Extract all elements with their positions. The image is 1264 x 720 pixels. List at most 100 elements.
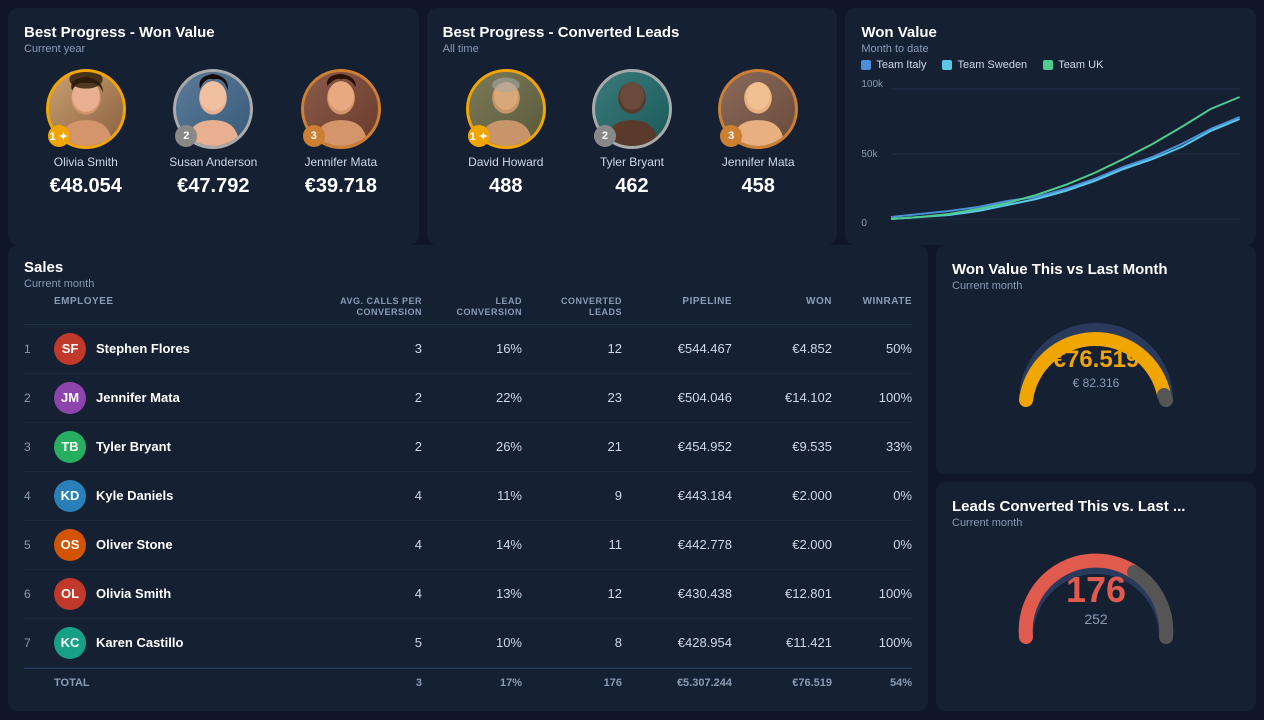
bp-won-value-3: €39.718 [305, 175, 377, 198]
table-row: 5 OS Oliver Stone 4 14% 11 €442.778 €2.0… [24, 521, 912, 570]
total-lead: 17% [422, 677, 522, 689]
calls-7: 5 [322, 635, 422, 650]
converted-3: 21 [522, 439, 622, 454]
won-6: €12.801 [732, 586, 832, 601]
emp-avatar-5: OS [54, 529, 86, 561]
bp-won-person-2: 2 Susan Anderson €47.792 [169, 69, 257, 198]
sales-card: Sales Current month EMPLOYEE AVG. CALLS … [8, 245, 928, 711]
converted-1: 12 [522, 341, 622, 356]
th-lead: LEADCONVERSION [422, 296, 522, 318]
table-row: 3 TB Tyler Bryant 2 26% 21 €454.952 €9.5… [24, 423, 912, 472]
won-5: €2.000 [732, 537, 832, 552]
bp-won-name-2: Susan Anderson [169, 155, 257, 169]
won-7: €11.421 [732, 635, 832, 650]
lead-6: 13% [422, 586, 522, 601]
sales-subtitle: Current month [24, 278, 912, 290]
legend-sweden: Team Sweden [942, 59, 1027, 71]
total-label: TOTAL [54, 677, 322, 689]
won-value-gauge-subtitle: Current month [952, 280, 1240, 292]
bp-won-value-2: €47.792 [177, 175, 249, 198]
th-calls: AVG. CALLS PERCONVERSION [322, 296, 422, 318]
legend-dot-sweden [942, 60, 952, 70]
bp-won-title: Best Progress - Won Value [24, 24, 403, 41]
table-row: 6 OL Olivia Smith 4 13% 12 €430.438 €12.… [24, 570, 912, 619]
emp-avatar-7: KC [54, 627, 86, 659]
won-value-gauge-card: Won Value This vs Last Month Current mon… [936, 245, 1256, 474]
emp-cell-1: SF Stephen Flores [54, 333, 322, 365]
emp-name-1: Stephen Flores [96, 341, 190, 356]
total-calls: 3 [322, 677, 422, 689]
bp-leads-name-1: David Howard [468, 155, 543, 169]
leads-gauge-value: 176 252 [1066, 569, 1126, 627]
bp-leads-name-3: Jennifer Mata [722, 155, 795, 169]
bp-leads-value-3: 458 [742, 175, 775, 198]
emp-cell-6: OL Olivia Smith [54, 578, 322, 610]
pipeline-5: €442.778 [622, 537, 732, 552]
leads-gauge-container: 176 252 [952, 537, 1240, 637]
th-rank [24, 296, 54, 318]
legend-label-italy: Team Italy [876, 59, 926, 71]
calls-2: 2 [322, 390, 422, 405]
won-current-value: €76.519 [1053, 346, 1140, 374]
rank-badge-1: 1 ✦ [48, 125, 70, 147]
emp-avatar-4: KD [54, 480, 86, 512]
emp-avatar-2: JM [54, 382, 86, 414]
th-won: WON [732, 296, 832, 318]
converted-6: 12 [522, 586, 622, 601]
lead-3: 26% [422, 439, 522, 454]
won-3: €9.535 [732, 439, 832, 454]
emp-name-2: Jennifer Mata [96, 390, 180, 405]
leads-converted-gauge-card: Leads Converted This vs. Last ... Curren… [936, 482, 1256, 711]
emp-name-5: Oliver Stone [96, 537, 173, 552]
won-4: €2.000 [732, 488, 832, 503]
calls-3: 2 [322, 439, 422, 454]
pipeline-2: €504.046 [622, 390, 732, 405]
bp-won-person-3: 3 Jennifer Mata €39.718 [301, 69, 381, 198]
leads-avatar-wrap-1: 1 ✦ [466, 69, 546, 149]
bp-won-subtitle: Current year [24, 43, 403, 55]
bp-won-avatars: 1 ✦ Olivia Smith €48.054 2 [24, 69, 403, 198]
emp-cell-3: TB Tyler Bryant [54, 431, 322, 463]
pipeline-4: €443.184 [622, 488, 732, 503]
emp-avatar-3: TB [54, 431, 86, 463]
right-panels: Won Value This vs Last Month Current mon… [936, 245, 1256, 711]
calls-4: 4 [322, 488, 422, 503]
emp-name-7: Karen Castillo [96, 635, 183, 650]
bp-won-person-1: 1 ✦ Olivia Smith €48.054 [46, 69, 126, 198]
emp-avatar-6: OL [54, 578, 86, 610]
bp-leads-name-2: Tyler Bryant [600, 155, 664, 169]
table-row: 7 KC Karen Castillo 5 10% 8 €428.954 €11… [24, 619, 912, 668]
lead-4: 11% [422, 488, 522, 503]
bp-won-value-1: €48.054 [50, 175, 122, 198]
line-chart-svg [891, 79, 1240, 229]
leads-gauge-subtitle: Current month [952, 517, 1240, 529]
row-num-7: 7 [24, 636, 54, 650]
winrate-5: 0% [832, 537, 912, 552]
row-num-6: 6 [24, 587, 54, 601]
th-winrate: WINRATE [832, 296, 912, 318]
table-row: 1 SF Stephen Flores 3 16% 12 €544.467 €4… [24, 325, 912, 374]
legend-italy: Team Italy [861, 59, 926, 71]
emp-name-3: Tyler Bryant [96, 439, 171, 454]
lead-5: 14% [422, 537, 522, 552]
total-won: €76.519 [732, 677, 832, 689]
emp-cell-5: OS Oliver Stone [54, 529, 322, 561]
table-row: 2 JM Jennifer Mata 2 22% 23 €504.046 €14… [24, 374, 912, 423]
emp-cell-2: JM Jennifer Mata [54, 382, 322, 414]
legend-dot-uk [1043, 60, 1053, 70]
best-progress-won-card: Best Progress - Won Value Current year [8, 8, 419, 245]
emp-name-6: Olivia Smith [96, 586, 171, 601]
legend-dot-italy [861, 60, 871, 70]
won-chart-subtitle: Month to date [861, 43, 1240, 55]
sales-title: Sales [24, 259, 912, 276]
avatar-wrap-3: 3 [301, 69, 381, 149]
winrate-3: 33% [832, 439, 912, 454]
pipeline-1: €544.467 [622, 341, 732, 356]
won-value-chart-card: Won Value Month to date Team Italy Team … [845, 8, 1256, 245]
bp-leads-person-2: 2 Tyler Bryant 462 [592, 69, 672, 198]
won-1: €4.852 [732, 341, 832, 356]
row-num-2: 2 [24, 391, 54, 405]
legend-label-sweden: Team Sweden [957, 59, 1027, 71]
row-num-1: 1 [24, 342, 54, 356]
row-num-5: 5 [24, 538, 54, 552]
